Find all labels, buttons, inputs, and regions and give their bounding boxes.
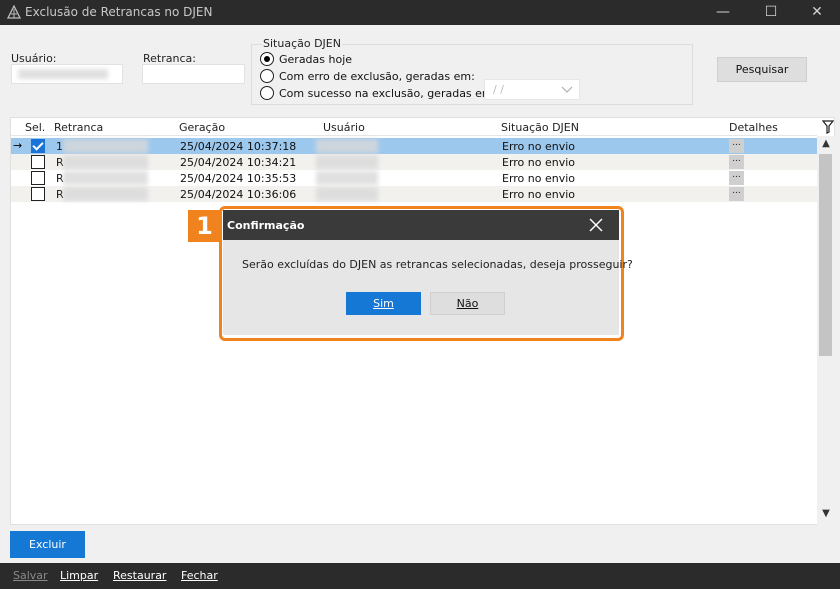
- cell-situacao: Erro no envio: [502, 172, 576, 185]
- cell-geracao: 25/04/2024 10:34:21: [180, 156, 297, 169]
- radio-geradas-hoje[interactable]: Geradas hoje: [260, 52, 352, 66]
- pesquisar-button[interactable]: Pesquisar: [717, 57, 807, 82]
- scroll-up-icon[interactable]: ▲: [817, 138, 835, 154]
- minimize-button[interactable]: —: [700, 0, 746, 25]
- header-retranca[interactable]: Retranca: [54, 121, 103, 134]
- radio-button[interactable]: [260, 86, 274, 100]
- table-header: Sel. Retranca Geração Usuário Situação D…: [11, 118, 817, 136]
- sim-button[interactable]: Sim: [346, 292, 421, 315]
- row-select-checkbox[interactable]: [31, 187, 45, 201]
- fechar-link[interactable]: Fechar: [181, 569, 218, 582]
- chevron-down-icon: [561, 86, 573, 93]
- details-button[interactable]: ...: [729, 187, 744, 201]
- footer-toolbar: Salvar Limpar Restaurar Fechar: [0, 563, 840, 589]
- details-button[interactable]: ...: [729, 139, 744, 153]
- cell-geracao: 25/04/2024 10:35:53: [180, 172, 297, 185]
- redacted-usuario: [316, 187, 378, 201]
- row-pointer-icon: →: [13, 139, 23, 152]
- close-window-button[interactable]: ✕: [794, 0, 840, 25]
- cell-situacao: Erro no envio: [502, 156, 576, 169]
- app-logo-icon: [7, 5, 21, 19]
- radio-com-sucesso[interactable]: Com sucesso na exclusão, geradas em:: [260, 86, 496, 100]
- redacted-usuario: [316, 171, 378, 185]
- table-row[interactable]: R 25/04/2024 10:35:53 Erro no envio ...: [11, 170, 817, 186]
- table-row[interactable]: R 25/04/2024 10:36:06 Erro no envio ...: [11, 186, 817, 202]
- retranca-input[interactable]: [142, 64, 245, 84]
- scroll-down-icon[interactable]: ▼: [817, 508, 835, 524]
- situacao-legend: Situação DJEN: [262, 37, 342, 50]
- header-usuario[interactable]: Usuário: [323, 121, 365, 134]
- dialog-titlebar: Confirmação: [223, 210, 619, 240]
- redacted-value: [63, 155, 148, 169]
- table-scrollbar[interactable]: ▲ ▼: [817, 136, 835, 525]
- cell-geracao: 25/04/2024 10:37:18: [180, 140, 297, 153]
- cell-retranca: 1: [56, 140, 63, 153]
- restaurar-link[interactable]: Restaurar: [113, 569, 166, 582]
- radio-button[interactable]: [260, 69, 274, 83]
- radio-label: Com erro de exclusão, geradas em:: [279, 69, 475, 83]
- redacted-value: [63, 171, 148, 185]
- radio-label: Geradas hoje: [279, 52, 353, 66]
- cell-situacao: Erro no envio: [502, 188, 576, 201]
- redacted-usuario: [316, 139, 378, 153]
- close-icon[interactable]: [587, 216, 605, 234]
- header-situacao[interactable]: Situação DJEN: [501, 121, 579, 134]
- nao-button[interactable]: Não: [430, 292, 505, 315]
- step-number-badge: 1: [188, 210, 221, 242]
- radio-com-erro[interactable]: Com erro de exclusão, geradas em:: [260, 69, 475, 83]
- date-dropdown[interactable]: / /: [484, 79, 580, 100]
- date-value: / /: [493, 83, 504, 96]
- table-row[interactable]: R 25/04/2024 10:34:21 Erro no envio ...: [11, 154, 817, 170]
- redacted-value: [63, 139, 148, 153]
- dialog-title: Confirmação: [227, 219, 305, 232]
- window-titlebar: Exclusão de Retrancas no DJEN — ☐ ✕: [0, 0, 840, 25]
- details-button[interactable]: ...: [729, 171, 744, 185]
- excluir-button[interactable]: Excluir: [10, 531, 85, 558]
- dialog-message: Serão excluídas do DJEN as retrancas sel…: [242, 258, 633, 271]
- maximize-button[interactable]: ☐: [748, 0, 794, 25]
- redacted-usuario: [316, 155, 378, 169]
- radio-button-checked[interactable]: [260, 52, 274, 66]
- cell-situacao: Erro no envio: [502, 140, 576, 153]
- header-sel[interactable]: Sel.: [25, 121, 45, 134]
- redacted-value: [63, 187, 148, 201]
- confirmation-dialog: Confirmação Serão excluídas do DJEN as r…: [223, 210, 633, 335]
- limpar-link[interactable]: Limpar: [60, 569, 98, 582]
- row-select-checkbox[interactable]: [31, 139, 45, 153]
- usuario-input[interactable]: [11, 64, 123, 84]
- filter-icon[interactable]: [822, 120, 834, 134]
- window-title: Exclusão de Retrancas no DJEN: [25, 5, 213, 19]
- row-select-checkbox[interactable]: [31, 155, 45, 169]
- cell-geracao: 25/04/2024 10:36:06: [180, 188, 297, 201]
- salvar-link[interactable]: Salvar: [13, 569, 48, 582]
- scroll-thumb[interactable]: [819, 154, 832, 356]
- row-select-checkbox[interactable]: [31, 171, 45, 185]
- details-button[interactable]: ...: [729, 155, 744, 169]
- header-detalhes[interactable]: Detalhes: [729, 121, 778, 134]
- header-geracao[interactable]: Geração: [179, 121, 225, 134]
- table-row[interactable]: → 1 25/04/2024 10:37:18 Erro no envio ..…: [11, 138, 817, 154]
- redacted-value: [18, 69, 108, 79]
- radio-label: Com sucesso na exclusão, geradas em:: [279, 86, 497, 100]
